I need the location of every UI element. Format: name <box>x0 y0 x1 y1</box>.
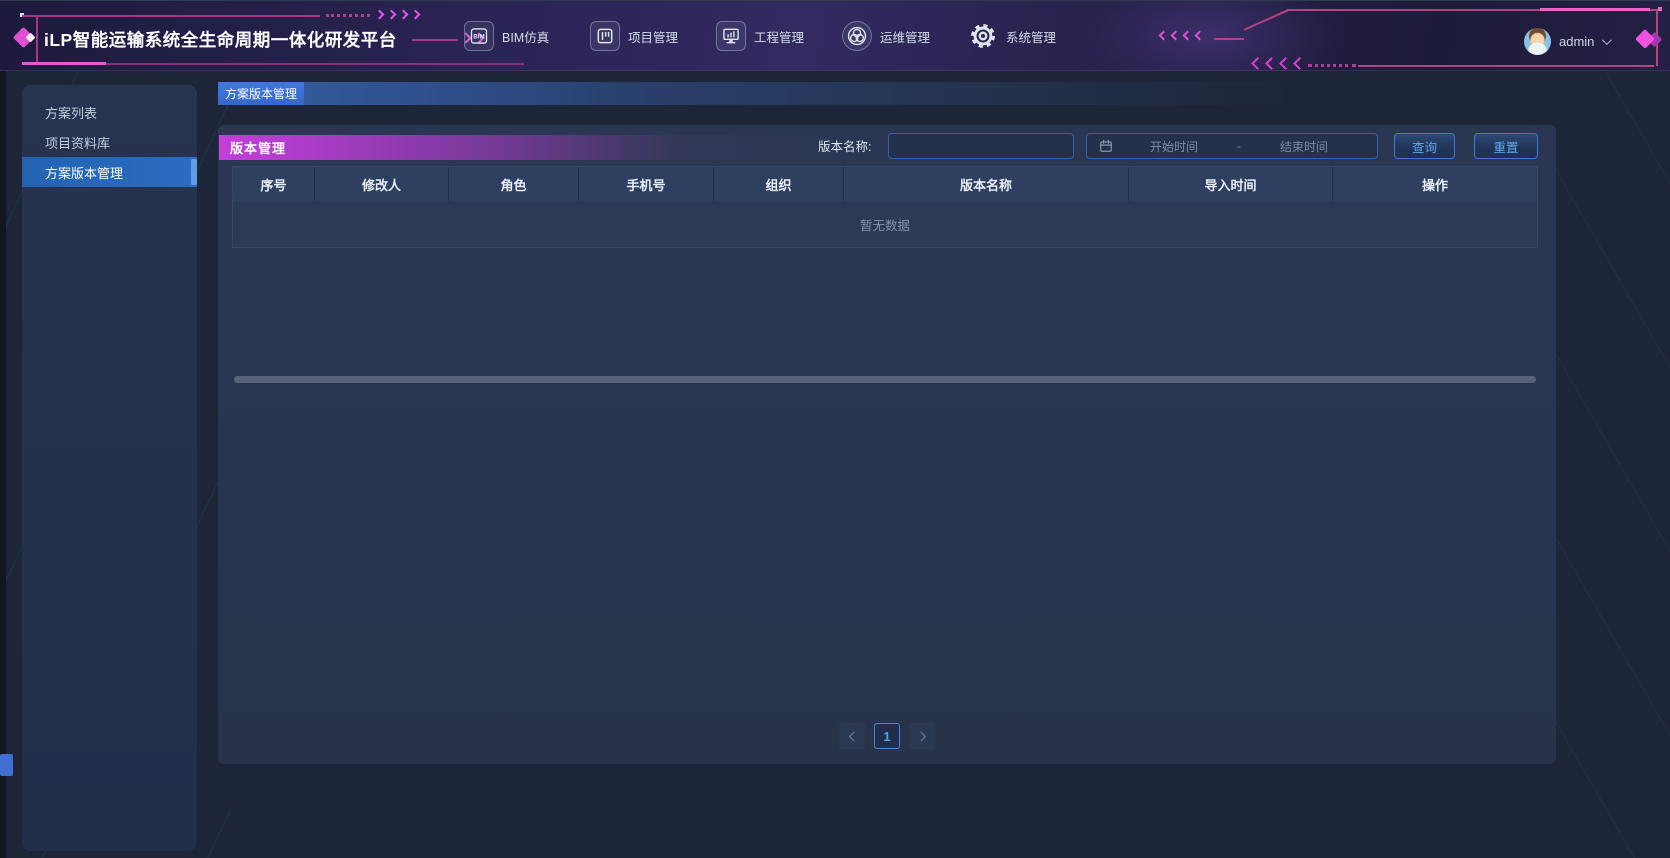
sidebar-menu: 方案列表 项目资料库 方案版本管理 <box>22 85 197 851</box>
start-time-placeholder[interactable]: 开始时间 <box>1113 138 1235 155</box>
decor-line-bottom-right <box>1358 65 1654 67</box>
chevron-right-icon <box>915 731 926 741</box>
content-panel: 版本管理 版本名称: 开始时间 - 结束时间 查询 重置 序号 修改人 角色 手… <box>218 125 1556 764</box>
table-empty-state: 暂无数据 <box>233 201 1537 247</box>
version-name-label: 版本名称: <box>818 140 872 154</box>
nav-item-bim[interactable]: BIM BIM仿真 <box>464 21 556 51</box>
bim-icon: BIM <box>464 21 494 51</box>
column-header-version-name: 版本名称 <box>844 167 1129 201</box>
column-header-organization: 组织 <box>714 167 844 201</box>
nav-label: 运维管理 <box>880 30 931 45</box>
user-menu[interactable]: admin <box>1524 28 1613 55</box>
decor-chevrons-right <box>374 9 421 20</box>
venn-circles-icon <box>842 21 872 51</box>
gear-icon <box>968 21 998 51</box>
version-table: 序号 修改人 角色 手机号 组织 版本名称 导入时间 操作 暂无数据 <box>232 166 1538 248</box>
decor-line-top-right <box>1287 9 1657 11</box>
header-glow-decor <box>1080 1 1340 71</box>
column-header-index: 序号 <box>233 167 315 201</box>
top-header-bar: iLP智能运输系统全生命周期一体化研发平台 BIM BIM仿真 项目管理 工程管… <box>0 1 1670 71</box>
decor-dotted-segment <box>326 14 370 17</box>
version-name-input[interactable] <box>888 133 1074 159</box>
sidebar-item-plan-list[interactable]: 方案列表 <box>22 97 197 127</box>
pagination-page-1[interactable]: 1 <box>874 723 900 749</box>
column-header-import-time: 导入时间 <box>1129 167 1333 201</box>
user-name: admin <box>1559 34 1595 49</box>
nav-label: 项目管理 <box>628 30 679 45</box>
reset-button[interactable]: 重置 <box>1474 133 1538 159</box>
nav-item-system[interactable]: 系统管理 <box>968 21 1060 51</box>
column-header-operation: 操作 <box>1421 177 1448 193</box>
date-separator: - <box>1237 139 1241 153</box>
column-header-modifier: 修改人 <box>315 167 449 201</box>
end-time-placeholder[interactable]: 结束时间 <box>1243 138 1365 155</box>
decor-line-to-nav <box>412 39 458 41</box>
column-header-role: 角色 <box>449 167 579 201</box>
decor-underline-thin <box>106 63 524 65</box>
column-header-phone: 手机号 <box>579 167 714 201</box>
pagination-prev-button[interactable] <box>839 723 865 749</box>
chevron-left-icon <box>848 731 859 741</box>
decor-dot-right <box>1658 7 1662 11</box>
sidebar-item-plan-version-management[interactable]: 方案版本管理 <box>22 157 197 187</box>
calendar-icon <box>1100 139 1112 152</box>
nav-label: 工程管理 <box>754 30 805 45</box>
svg-text:BIM: BIM <box>473 34 484 41</box>
decor-underline-thick <box>22 62 106 65</box>
query-button[interactable]: 查询 <box>1394 133 1455 159</box>
table-header-row: 序号 修改人 角色 手机号 组织 版本名称 导入时间 操作 <box>233 167 1537 201</box>
nav-item-engineering[interactable]: 工程管理 <box>716 21 808 51</box>
kanban-board-icon <box>590 21 620 51</box>
sidebar-item-label: 方案版本管理 <box>45 165 124 181</box>
edge-blue-chip <box>0 754 13 776</box>
user-avatar <box>1524 28 1551 55</box>
nav-label: 系统管理 <box>1006 30 1057 45</box>
application-window: iLP智能运输系统全生命周期一体化研发平台 BIM BIM仿真 项目管理 工程管… <box>0 0 1670 858</box>
section-title: 版本管理 <box>230 141 287 156</box>
nav-label: BIM仿真 <box>502 30 550 45</box>
decor-dot <box>20 13 24 17</box>
horizontal-scrollbar[interactable] <box>234 376 1536 383</box>
tab-plan-version-management[interactable]: 方案版本管理 <box>218 82 305 105</box>
breadcrumb-tab-bar: 方案版本管理 <box>218 82 1556 105</box>
sidebar-item-label: 项目资料库 <box>45 135 111 151</box>
top-nav: BIM BIM仿真 项目管理 工程管理 运维管理 系统管理 <box>464 19 1060 53</box>
screen-edge-strip <box>0 1 6 858</box>
diamond-logo-icon <box>12 26 40 49</box>
sidebar-item-label: 方案列表 <box>45 105 98 121</box>
double-diamond-icon <box>1635 29 1668 50</box>
app-title: iLP智能运输系统全生命周期一体化研发平台 <box>44 30 397 50</box>
decor-thick-segment-right <box>1540 8 1650 11</box>
pagination: 1 <box>839 723 935 749</box>
monitor-chart-icon <box>716 21 746 51</box>
sidebar-item-project-repository[interactable]: 项目资料库 <box>22 127 197 157</box>
active-indicator-bar <box>191 159 197 185</box>
chevron-down-icon <box>1602 35 1613 46</box>
nav-item-project[interactable]: 项目管理 <box>590 21 682 51</box>
pagination-next-button[interactable] <box>909 723 935 749</box>
section-title-bar: 版本管理 <box>219 135 909 160</box>
decor-line-top-left <box>22 15 320 17</box>
nav-item-operations[interactable]: 运维管理 <box>842 21 934 51</box>
date-range-picker[interactable]: 开始时间 - 结束时间 <box>1086 133 1378 159</box>
